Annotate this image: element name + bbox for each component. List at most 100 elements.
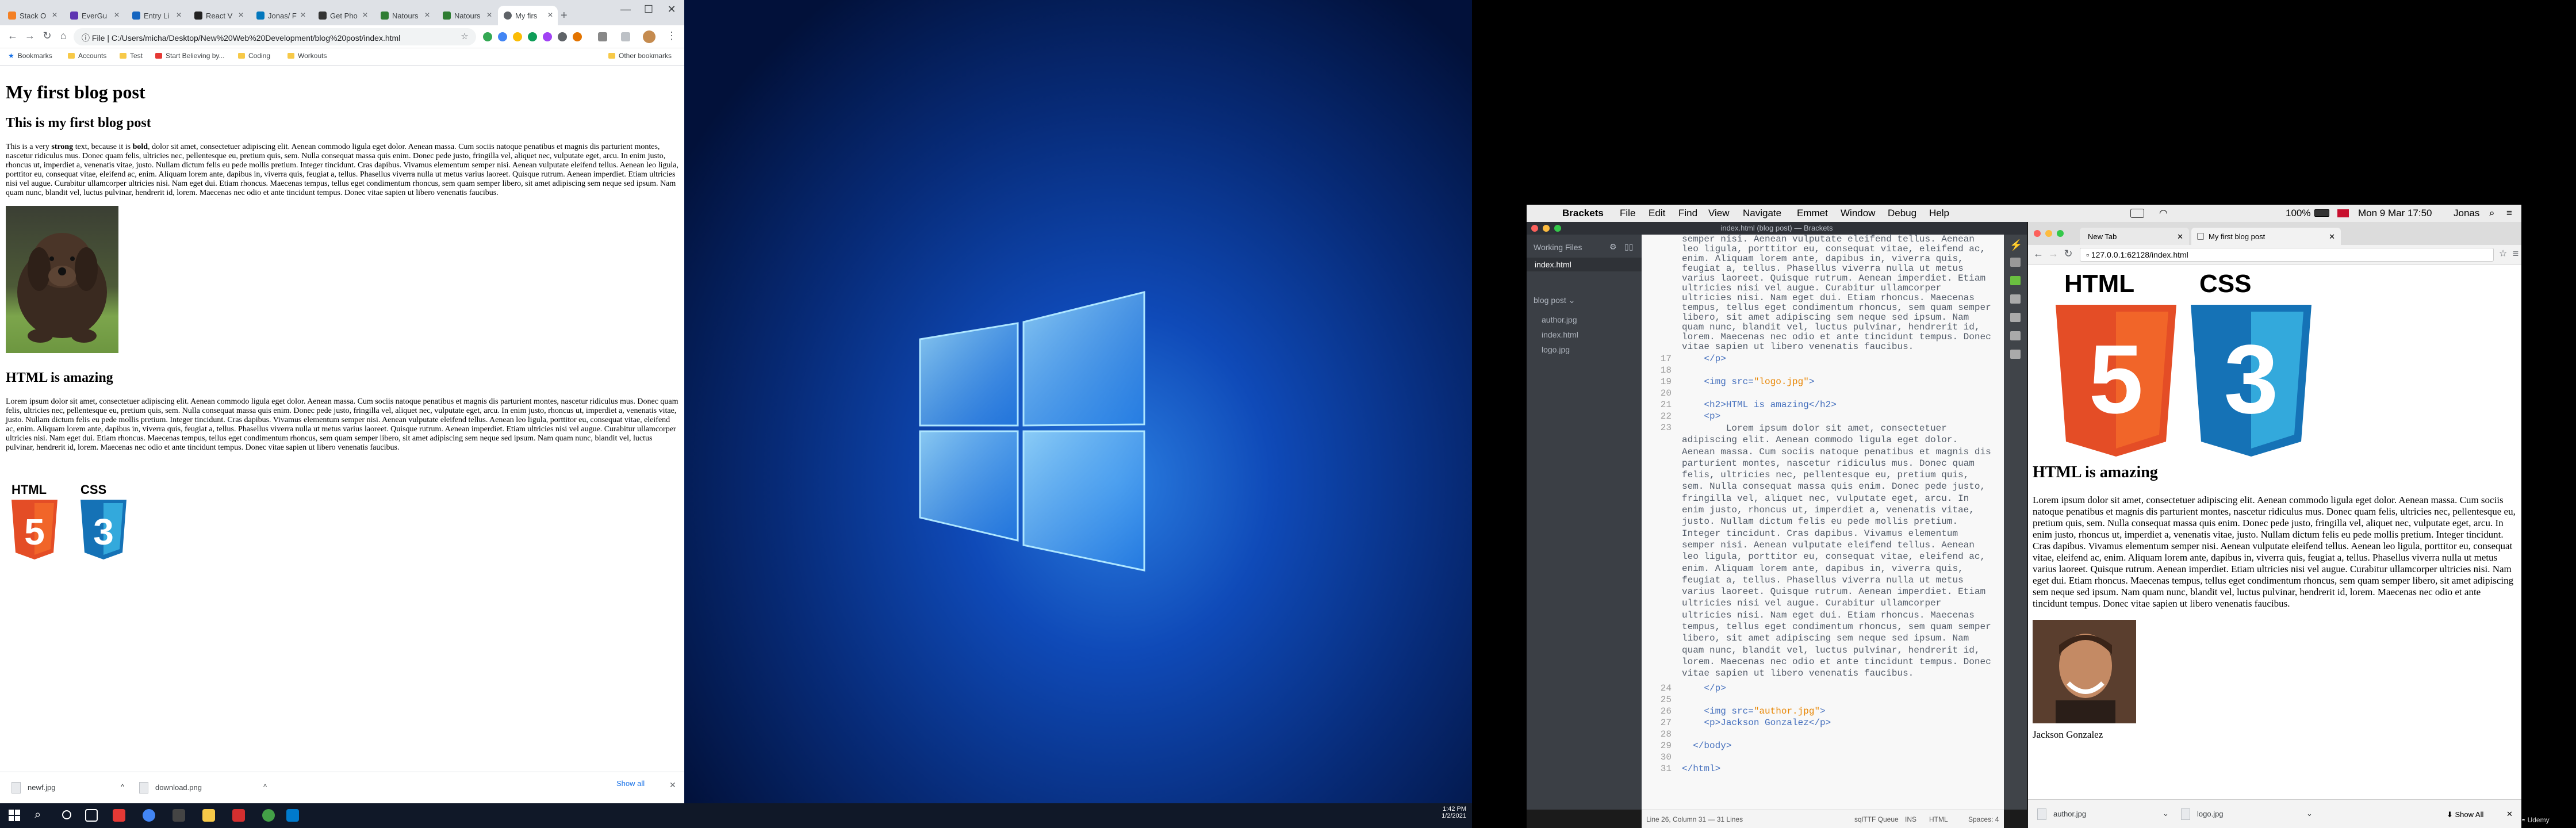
- language-mode[interactable]: HTML: [1929, 815, 1948, 823]
- tab-natours-2[interactable]: Natours ✕: [437, 6, 497, 25]
- extension-manager-icon[interactable]: [2010, 258, 2021, 267]
- lint-icon[interactable]: [2010, 276, 2021, 285]
- close-icon[interactable]: ✕: [52, 11, 57, 19]
- file-logo[interactable]: logo.jpg: [1542, 345, 1570, 354]
- chevron-down-icon[interactable]: ⌄: [2163, 809, 2169, 818]
- menu-emmet[interactable]: Emmet: [1797, 208, 1828, 219]
- upload-icon[interactable]: [2010, 331, 2021, 340]
- tab-stack-overflow[interactable]: Stack O ✕: [2, 6, 62, 25]
- reload-button[interactable]: ↻: [2061, 248, 2075, 260]
- tab-evergu[interactable]: EverGu ✕: [64, 6, 124, 25]
- extension-icon[interactable]: [498, 32, 507, 41]
- task-view-icon[interactable]: [85, 809, 98, 822]
- battery-icon[interactable]: [2314, 209, 2329, 217]
- extension-icon[interactable]: [543, 32, 552, 41]
- bookmark-other[interactable]: Other bookmarks: [608, 52, 672, 60]
- file-author[interactable]: author.jpg: [1542, 315, 1577, 324]
- star-icon[interactable]: ☆: [2496, 248, 2510, 259]
- menu-icon[interactable]: ⋮: [665, 30, 678, 42]
- download-item-logo[interactable]: logo.jpg ⌄: [2178, 804, 2316, 824]
- split-view-icon[interactable]: ▯▯: [1624, 242, 1633, 252]
- tab-jonas[interactable]: Jonas/ F ✕: [251, 6, 310, 25]
- bookmark-coding[interactable]: Coding: [238, 52, 270, 60]
- tab-my-first-blog-post[interactable]: My firs ✕: [498, 6, 558, 25]
- flag-icon[interactable]: [2337, 209, 2349, 217]
- bookmark-bookmarks[interactable]: ★ Bookmarks: [8, 52, 52, 60]
- menu-icon[interactable]: ≡: [2509, 248, 2523, 260]
- bookmark-workouts[interactable]: Workouts: [288, 52, 327, 60]
- extension-icon[interactable]: [513, 32, 522, 41]
- gear-icon[interactable]: ⚙: [1609, 242, 1617, 252]
- chevron-down-icon[interactable]: ⌄: [2306, 809, 2313, 818]
- close-icon[interactable]: ✕: [2506, 810, 2513, 819]
- menu-help[interactable]: Help: [1929, 208, 1949, 219]
- extension-icon[interactable]: [573, 32, 582, 41]
- app-icon-red-2[interactable]: [232, 809, 245, 822]
- screen-icon[interactable]: [2130, 209, 2144, 218]
- tab-get-photo[interactable]: Get Pho ✕: [313, 6, 373, 25]
- back-button[interactable]: ←: [2031, 248, 2045, 260]
- battery-percent[interactable]: 100%: [2286, 208, 2310, 219]
- forward-button[interactable]: →: [23, 30, 37, 42]
- minimize-button[interactable]: —: [614, 3, 637, 16]
- insert-mode[interactable]: INS: [1905, 815, 1916, 823]
- bookmark-test[interactable]: Test: [120, 52, 143, 60]
- tab-my-first-blog-post[interactable]: My first blog post ✕: [2191, 228, 2341, 245]
- status-encoding[interactable]: sqlTTF Queue: [1854, 815, 1899, 823]
- download-item-author[interactable]: author.jpg ⌄: [2034, 804, 2172, 824]
- home-button[interactable]: ⌂: [56, 30, 70, 42]
- working-file-index[interactable]: index.html: [1527, 258, 1642, 271]
- menu-edit[interactable]: Edit: [1649, 208, 1665, 219]
- forward-button[interactable]: →: [2046, 248, 2060, 260]
- close-icon[interactable]: ✕: [176, 11, 182, 19]
- close-icon[interactable]: ✕: [300, 11, 306, 19]
- extension-icon[interactable]: [483, 32, 492, 41]
- file-index[interactable]: index.html: [1542, 330, 1578, 339]
- menu-view[interactable]: View: [1708, 208, 1730, 219]
- close-icon[interactable]: ✕: [2329, 232, 2335, 241]
- close-icon[interactable]: ✕: [114, 11, 120, 19]
- address-bar[interactable]: ▫ 127.0.0.1:62128/index.html: [2080, 248, 2494, 262]
- menu-user[interactable]: Jonas: [2454, 208, 2479, 219]
- close-icon[interactable]: ✕: [2177, 232, 2183, 241]
- live-preview-icon[interactable]: ⚡: [2010, 239, 2022, 251]
- close-window-button[interactable]: [1531, 225, 1538, 232]
- spotlight-icon[interactable]: ⌕: [2489, 208, 2495, 219]
- close-window-button[interactable]: [2034, 230, 2041, 237]
- new-tab-button[interactable]: +: [561, 9, 568, 22]
- menu-file[interactable]: File: [1620, 208, 1635, 219]
- close-window-button[interactable]: ✕: [660, 3, 683, 16]
- project-folder[interactable]: blog post ⌄: [1534, 296, 1575, 305]
- layers-icon[interactable]: [2010, 350, 2021, 359]
- back-button[interactable]: ←: [6, 30, 20, 42]
- wifi-icon[interactable]: ◠: [2159, 208, 2168, 219]
- app-icon-green[interactable]: [262, 809, 275, 822]
- tab-natours-1[interactable]: Natours ✕: [375, 6, 435, 25]
- star-icon[interactable]: ☆: [458, 31, 471, 41]
- tab-entry[interactable]: Entry Li ✕: [126, 6, 186, 25]
- download-item-download[interactable]: download.png ^: [136, 778, 274, 798]
- indent-spaces[interactable]: Spaces: 4: [1968, 815, 1999, 823]
- cortana-icon[interactable]: [62, 810, 71, 819]
- tag-icon[interactable]: [2010, 313, 2021, 322]
- bookmark-start-believing[interactable]: Start Believing by...: [155, 52, 225, 60]
- tab-react[interactable]: React V ✕: [189, 6, 248, 25]
- chevron-up-icon[interactable]: ^: [121, 783, 124, 791]
- notification-icon[interactable]: ≡: [2506, 208, 2512, 219]
- clock[interactable]: 1:42 PM 1/2/2021: [1432, 806, 1466, 819]
- show-all-button[interactable]: Show all: [616, 779, 645, 788]
- puzzle-icon[interactable]: [598, 32, 607, 41]
- folder-icon[interactable]: [2010, 294, 2021, 304]
- close-icon[interactable]: ✕: [486, 11, 492, 19]
- file-explorer-icon[interactable]: [202, 809, 215, 822]
- menu-datetime[interactable]: Mon 9 Mar 17:50: [2358, 208, 2432, 219]
- minimize-button[interactable]: [1543, 225, 1550, 232]
- menu-navigate[interactable]: Navigate: [1743, 208, 1781, 219]
- show-all-button[interactable]: ⬇ Show All: [2447, 810, 2483, 819]
- download-item-newf[interactable]: newf.jpg ^: [8, 778, 129, 798]
- extension-icon[interactable]: [558, 32, 567, 41]
- search-icon[interactable]: ⌕: [34, 808, 41, 822]
- address-bar[interactable]: ⓘ File | C:/Users/micha/Desktop/New%20We…: [74, 28, 476, 45]
- close-icon[interactable]: ✕: [424, 11, 430, 19]
- tab-new-tab[interactable]: New Tab ✕: [2080, 228, 2189, 245]
